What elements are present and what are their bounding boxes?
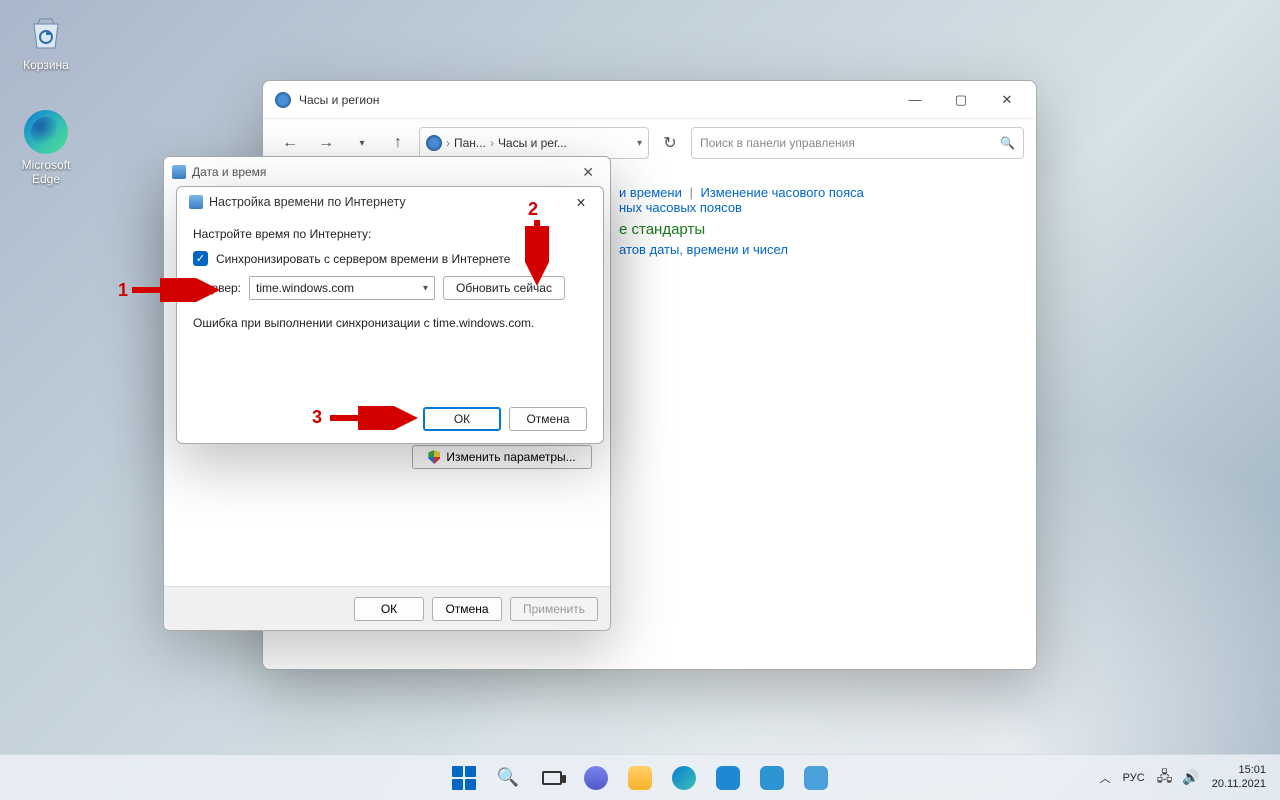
maximize-button[interactable]: ▢	[938, 85, 984, 115]
datetime-icon	[172, 165, 186, 179]
cp-title-icon	[275, 92, 291, 108]
minimize-button[interactable]: —	[892, 85, 938, 115]
link-row-1: и времени | Изменение часового пояса	[619, 185, 1010, 200]
refresh-button[interactable]: ↻	[655, 128, 685, 158]
chevron-right-icon: ›	[490, 136, 494, 150]
search-placeholder: Поиск в панели управления	[700, 136, 855, 150]
dt-footer: ОК Отмена Применить	[164, 586, 610, 630]
sync-checkbox[interactable]: ✓	[193, 251, 208, 266]
its-titlebar[interactable]: Настройка времени по Интернету ✕	[177, 187, 603, 217]
nav-back-button[interactable]: ←	[275, 128, 305, 158]
search-icon: 🔍	[497, 767, 519, 788]
taskview-icon	[542, 771, 562, 785]
ok-button[interactable]: ОК	[423, 407, 501, 431]
link-row-2: ных часовых поясов	[619, 200, 1010, 215]
annotation-1: 1	[118, 280, 128, 301]
store-icon	[716, 766, 740, 790]
cp-taskbar-icon	[760, 766, 784, 790]
apply-button: Применить	[510, 597, 598, 621]
dt-title: Дата и время	[192, 165, 266, 179]
address-bar[interactable]: › Пан... › Часы и рег... ▾	[419, 127, 649, 159]
edge-icon	[672, 766, 696, 790]
language-indicator[interactable]: РУС	[1123, 772, 1145, 784]
ok-button[interactable]: ОК	[354, 597, 424, 621]
folder-icon	[628, 766, 652, 790]
search-button[interactable]: 🔍	[489, 759, 527, 797]
search-input[interactable]: Поиск в панели управления 🔍	[691, 127, 1024, 159]
its-title: Настройка времени по Интернету	[209, 195, 406, 209]
breadcrumb-1[interactable]: Пан...	[454, 136, 486, 150]
recycle-bin-label: Корзина	[8, 58, 84, 72]
chat-icon	[584, 766, 608, 790]
edge-label: Microsoft Edge	[8, 158, 84, 186]
edge-icon	[24, 110, 68, 154]
windows-logo-icon	[452, 766, 476, 790]
arrow-2-icon	[525, 218, 549, 286]
dt-titlebar[interactable]: Дата и время ✕	[164, 157, 610, 187]
clock[interactable]: 15:01 20.11.2021	[1212, 764, 1266, 792]
system-tray: ︿ РУС 🖧 🔊 15:01 20.11.2021	[1086, 764, 1280, 792]
cp-title: Часы и регион	[299, 93, 379, 107]
start-button[interactable]	[445, 759, 483, 797]
change-settings-button[interactable]: Изменить параметры...	[412, 445, 592, 469]
breadcrumb-2[interactable]: Часы и рег...	[498, 136, 567, 150]
close-button[interactable]: ✕	[574, 162, 602, 183]
microsoft-edge[interactable]: Microsoft Edge	[8, 110, 84, 186]
cancel-button[interactable]: Отмена	[432, 597, 502, 621]
chevron-down-icon[interactable]: ▾	[637, 138, 642, 149]
microsoft-store-button[interactable]	[709, 759, 747, 797]
chevron-down-icon: ▾	[423, 283, 428, 294]
server-value: time.windows.com	[256, 281, 354, 295]
edge-button[interactable]	[665, 759, 703, 797]
recycle-bin-icon	[24, 10, 68, 54]
chat-button[interactable]	[577, 759, 615, 797]
breadcrumb-icon	[426, 135, 442, 151]
category-region[interactable]: е стандарты	[619, 221, 1010, 238]
link-row-3: атов даты, времени и чисел	[619, 242, 1010, 257]
sync-checkbox-label[interactable]: Синхронизировать с сервером времени в Ин…	[216, 252, 510, 266]
taskbar-center: 🔍	[445, 759, 835, 797]
arrow-3-icon	[328, 406, 418, 430]
annotation-3: 3	[312, 407, 322, 428]
nav-forward-button[interactable]: →	[311, 128, 341, 158]
datetime-taskbar-button[interactable]	[797, 759, 835, 797]
nav-recent-button[interactable]: ▾	[347, 128, 377, 158]
link-add-clocks[interactable]: ных часовых поясов	[619, 200, 742, 215]
dt-taskbar-icon	[804, 766, 828, 790]
taskbar: 🔍 ︿ РУС 🖧 🔊 15:01 20.11.2021	[0, 754, 1280, 800]
server-combobox[interactable]: time.windows.com ▾	[249, 276, 435, 300]
task-view-button[interactable]	[533, 759, 571, 797]
clock-date: 20.11.2021	[1212, 778, 1266, 792]
close-button[interactable]: ✕	[567, 190, 595, 214]
datetime-icon	[189, 195, 203, 209]
cp-titlebar[interactable]: Часы и регион — ▢ ✕	[263, 81, 1036, 119]
recycle-bin[interactable]: Корзина	[8, 10, 84, 72]
sync-error-message: Ошибка при выполнении синхронизации с ti…	[193, 316, 587, 330]
link-set-time[interactable]: и времени	[619, 185, 682, 200]
link-change-formats[interactable]: атов даты, времени и чисел	[619, 242, 788, 257]
nav-up-button[interactable]: ↑	[383, 128, 413, 158]
file-explorer-button[interactable]	[621, 759, 659, 797]
cancel-button[interactable]: Отмена	[509, 407, 587, 431]
volume-icon[interactable]: 🔊	[1182, 769, 1199, 786]
tray-chevron-button[interactable]: ︿	[1100, 770, 1111, 786]
search-icon: 🔍	[1000, 136, 1015, 150]
chevron-right-icon: ›	[446, 136, 450, 150]
link-change-timezone[interactable]: Изменение часового пояса	[701, 185, 864, 200]
annotation-2: 2	[528, 199, 538, 220]
control-panel-taskbar-button[interactable]	[753, 759, 791, 797]
network-icon[interactable]: 🖧	[1157, 766, 1173, 790]
close-button[interactable]: ✕	[984, 85, 1030, 115]
arrow-1-icon	[130, 278, 220, 302]
clock-time: 15:01	[1212, 764, 1266, 778]
